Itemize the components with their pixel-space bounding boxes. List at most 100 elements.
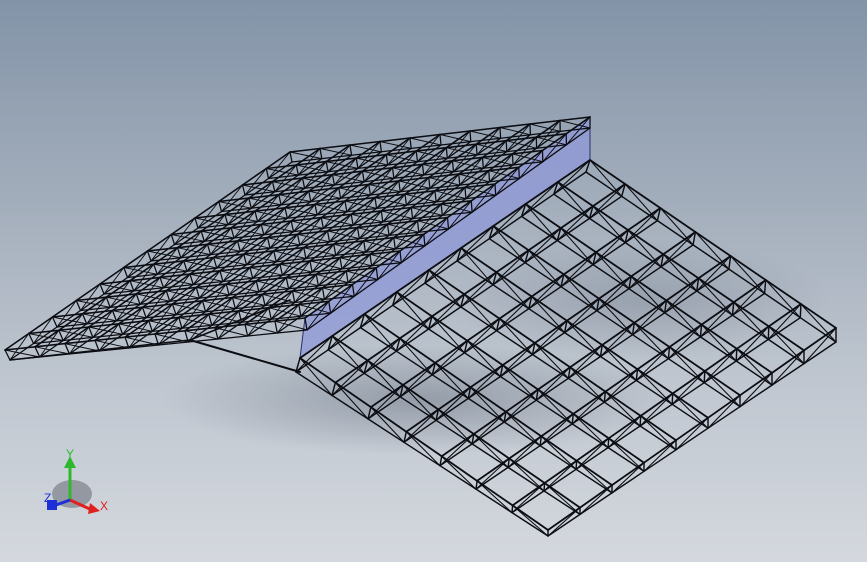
left-roof-web-vertical [201, 300, 207, 313]
left-roof-web-vertical [261, 293, 266, 307]
left-roof-web-vertical [470, 200, 473, 213]
left-roof-web-vertical [314, 203, 318, 216]
left-roof-web-vertical [298, 303, 302, 317]
left-roof-web-vertical [469, 130, 472, 143]
left-roof-web-vertical [308, 190, 312, 203]
left-roof-web-vertical [421, 163, 425, 176]
left-roof-web-vertical [284, 207, 288, 219]
left-roof-web-vertical [146, 250, 152, 262]
left-roof-web-vertical [255, 280, 260, 293]
right-roof-web-diagonal [588, 183, 626, 219]
left-roof-web-diagonal [203, 214, 226, 242]
left-roof-web-vertical [200, 230, 205, 242]
right-roof-web-vertical [639, 415, 642, 427]
right-roof-web-diagonal [579, 484, 613, 515]
left-roof-web-diagonal [92, 310, 113, 338]
left-roof-web-diagonal [80, 283, 101, 311]
left-roof-web-vertical [285, 276, 290, 290]
graphics-viewport[interactable]: Y X Z [0, 0, 867, 562]
left-roof-web-vertical [290, 220, 295, 233]
left-roof-web-vertical [268, 307, 272, 320]
left-roof-web-vertical [165, 290, 171, 302]
left-roof-web-vertical [225, 283, 230, 296]
left-roof-web-vertical [243, 253, 248, 266]
left-roof-web-vertical [325, 160, 329, 173]
left-roof-web-diagonal [86, 296, 107, 325]
left-roof-web-vertical [231, 296, 236, 310]
left-roof-web-vertical [153, 263, 158, 275]
left-roof-web-diagonal [156, 247, 178, 275]
left-roof-web-vertical [206, 243, 212, 256]
right-roof-web-diagonal [771, 349, 805, 386]
right-roof-web-diagonal [608, 437, 645, 472]
space-frame-model[interactable]: Y X Z [0, 0, 867, 562]
left-roof-web-vertical [356, 226, 360, 240]
left-roof-web-vertical [244, 323, 249, 337]
right-roof-top-chord [707, 394, 741, 419]
right-roof-web-diagonal [544, 482, 581, 515]
right-roof-bottom-chord [547, 513, 581, 537]
right-roof-top-chord [771, 349, 805, 374]
left-roof-web-vertical [266, 236, 271, 249]
left-roof-web-vertical [4, 349, 11, 361]
left-roof-web-vertical [194, 217, 199, 229]
left-roof-web-vertical [34, 346, 41, 358]
left-roof-web-vertical [350, 213, 354, 226]
left-roof-web-vertical [295, 164, 299, 176]
left-roof-web-vertical [464, 186, 467, 200]
left-roof-web-vertical [319, 147, 323, 160]
left-roof-web-vertical [111, 309, 118, 322]
coordinate-triad: Y X Z [44, 447, 108, 514]
left-roof-web-vertical [404, 193, 408, 206]
right-roof-web-diagonal [476, 480, 513, 514]
right-roof-web-diagonal [441, 455, 477, 490]
left-roof-web-vertical [123, 266, 129, 279]
right-roof-top-chord [735, 347, 773, 374]
left-roof-web-vertical [254, 210, 259, 223]
x-axis-arrow [88, 503, 100, 514]
right-roof-web-vertical [703, 370, 706, 384]
right-roof-web-diagonal [556, 205, 594, 242]
left-roof-web-vertical [88, 326, 94, 339]
right-roof-web-diagonal [576, 460, 613, 494]
left-roof-web-vertical [475, 143, 478, 156]
left-roof-web-vertical [499, 126, 502, 139]
left-roof-web-diagonal [133, 263, 155, 292]
right-roof-top-chord [675, 416, 709, 442]
left-roof-web-vertical [326, 230, 331, 243]
left-roof-web-vertical [333, 243, 337, 256]
left-roof-web-vertical [219, 270, 224, 283]
right-roof-bottom-chord [667, 357, 705, 384]
left-roof-web-vertical [218, 200, 223, 213]
right-roof-web-vertical [607, 437, 610, 449]
left-roof-web-vertical [386, 223, 390, 237]
left-roof-web-vertical [445, 147, 448, 159]
right-roof-top-chord [440, 455, 479, 482]
left-roof-web-vertical [189, 273, 194, 286]
left-roof-web-vertical [309, 260, 313, 273]
right-roof-web-vertical [671, 392, 674, 406]
left-roof-web-vertical [321, 287, 326, 301]
left-roof-web-vertical [64, 342, 71, 355]
right-roof-top-chord [643, 439, 677, 464]
right-roof-web-diagonal [736, 348, 773, 386]
left-roof-web-vertical [416, 220, 420, 233]
left-roof-web-vertical [374, 196, 378, 210]
left-roof-web-vertical [369, 253, 373, 267]
right-roof-web-diagonal [512, 504, 549, 537]
right-roof-web-diagonal [611, 462, 645, 494]
left-roof-web-vertical [118, 323, 124, 336]
left-roof-web-vertical [451, 160, 455, 173]
right-roof-bottom-chord [735, 360, 773, 386]
left-roof-web-vertical [385, 153, 389, 166]
left-roof-web-vertical [505, 140, 508, 153]
left-roof-web-vertical [488, 170, 491, 183]
left-roof-web-vertical [481, 156, 484, 169]
left-roof-web-vertical [278, 194, 282, 206]
left-roof-web-vertical [345, 270, 349, 284]
left-roof-web-vertical [213, 256, 218, 269]
left-roof-web-vertical [296, 233, 301, 246]
left-roof-web-vertical [428, 176, 431, 190]
left-roof-web-vertical [58, 329, 64, 342]
left-roof-web-vertical [273, 250, 277, 263]
